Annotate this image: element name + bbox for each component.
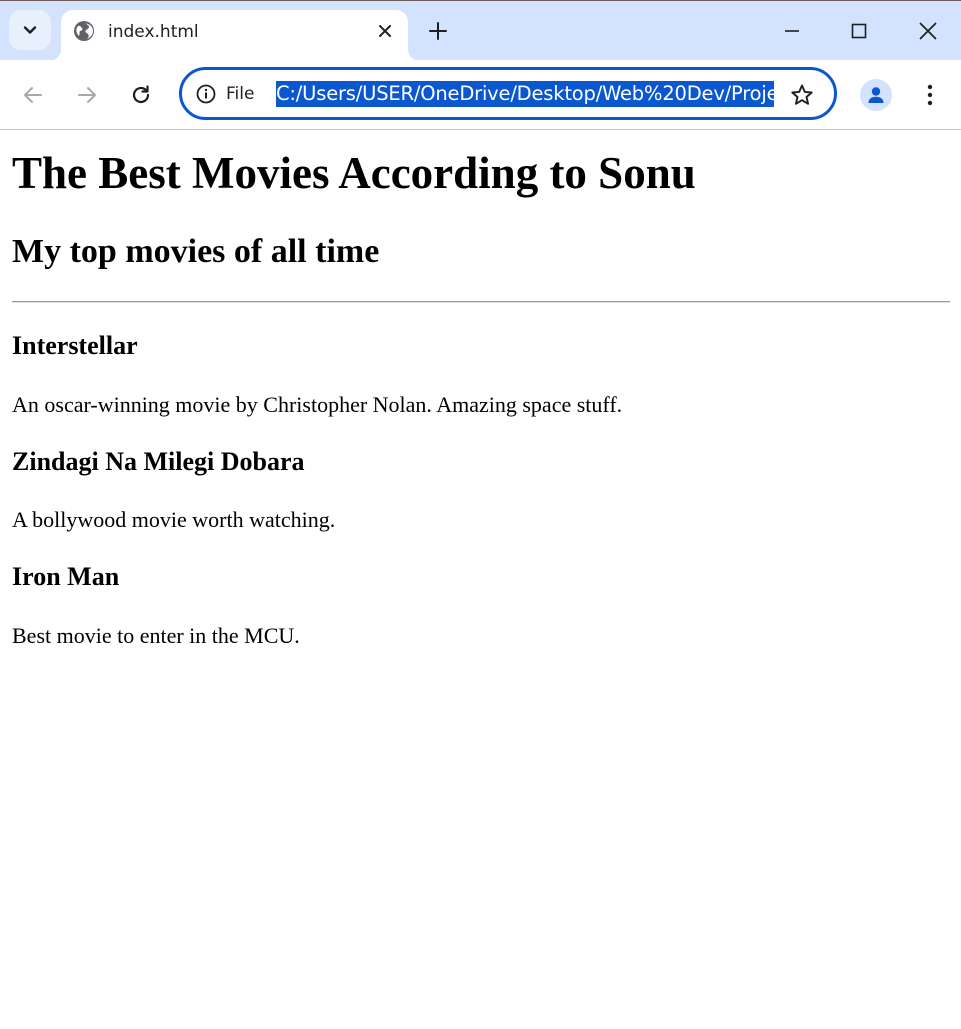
bookmark-button[interactable] bbox=[788, 81, 816, 109]
movie-description: An oscar-winning movie by Christopher No… bbox=[12, 392, 623, 417]
minimize-button[interactable] bbox=[769, 11, 815, 51]
page-heading: The Best Movies According to Sonu bbox=[12, 148, 696, 198]
person-icon bbox=[868, 87, 884, 103]
movie-title: Zindagi Na Milegi Dobara bbox=[12, 447, 305, 476]
arrow-left-icon bbox=[24, 87, 42, 103]
tab-search-button[interactable] bbox=[9, 10, 51, 50]
globe-icon bbox=[74, 21, 94, 41]
page-subheading: My top movies of all time bbox=[12, 233, 380, 270]
back-button[interactable] bbox=[17, 79, 49, 111]
maximize-icon bbox=[851, 23, 867, 39]
browser-menu-button[interactable] bbox=[914, 79, 946, 111]
more-vert-icon bbox=[927, 84, 933, 106]
movie-title: Interstellar bbox=[12, 331, 138, 360]
address-bar[interactable]: File C:/Users/USER/OneDrive/Desktop/Web%… bbox=[179, 67, 837, 120]
minimize-icon bbox=[785, 30, 799, 32]
forward-button[interactable] bbox=[71, 79, 103, 111]
page-content: The Best Movies According to Sonu My top… bbox=[0, 131, 961, 1029]
tab-title: index.html bbox=[108, 22, 199, 42]
chevron-down-icon bbox=[23, 26, 37, 34]
url-field[interactable]: C:/Users/USER/OneDrive/Desktop/Web%20Dev… bbox=[276, 81, 774, 107]
horizontal-rule bbox=[12, 301, 950, 303]
close-icon bbox=[379, 25, 391, 37]
tab-index-html[interactable]: index.html bbox=[61, 10, 408, 61]
url-text-selected[interactable]: C:/Users/USER/OneDrive/Desktop/Web%20Dev… bbox=[276, 81, 774, 107]
info-icon[interactable] bbox=[196, 84, 216, 104]
reload-button[interactable] bbox=[125, 79, 157, 111]
reload-icon bbox=[132, 85, 150, 104]
movie-description: Best movie to enter in the MCU. bbox=[12, 623, 300, 648]
close-window-button[interactable] bbox=[905, 11, 951, 51]
movie-title: Iron Man bbox=[12, 562, 120, 591]
plus-icon bbox=[429, 22, 447, 40]
new-tab-button[interactable] bbox=[424, 17, 452, 45]
tab-close-button[interactable] bbox=[372, 18, 398, 44]
maximize-button[interactable] bbox=[836, 11, 882, 51]
tab-strip: index.html bbox=[0, 1, 961, 61]
close-window-icon bbox=[919, 22, 937, 40]
arrow-right-icon bbox=[78, 87, 96, 103]
browser-toolbar: File C:/Users/USER/OneDrive/Desktop/Web%… bbox=[0, 60, 961, 130]
scheme-chip[interactable]: File bbox=[226, 84, 254, 104]
movie-description: A bollywood movie worth watching. bbox=[12, 507, 336, 532]
star-icon bbox=[791, 84, 813, 105]
profile-button[interactable] bbox=[860, 79, 892, 111]
